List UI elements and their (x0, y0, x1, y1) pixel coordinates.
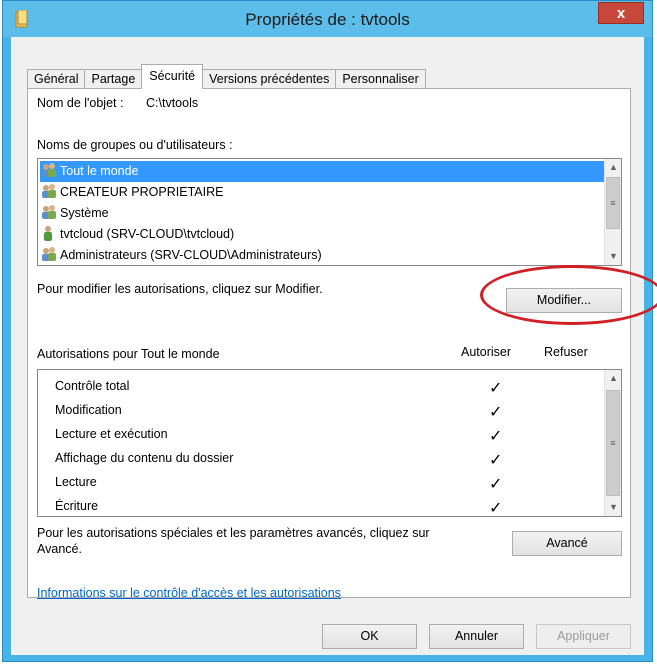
permission-label: Écriture (55, 499, 99, 513)
list-item[interactable]: Administrateurs (SRV-CLOUD\Administrateu… (40, 245, 322, 265)
apply-button[interactable]: Appliquer (536, 624, 631, 649)
users-group-icon (40, 246, 58, 262)
scroll-thumb[interactable]: ≡ (606, 177, 620, 229)
cancel-button[interactable]: Annuler (429, 624, 524, 649)
allow-header: Autoriser (461, 345, 512, 359)
advanced-hint-line1: Pour les autorisations spéciales et les … (37, 526, 430, 540)
allow-check-icon: ✓ (489, 500, 503, 517)
list-item-label: Tout le monde (60, 164, 139, 178)
close-button[interactable]: x (598, 2, 644, 24)
allow-check-icon: ✓ (489, 428, 503, 445)
list-item[interactable]: Système (40, 203, 109, 224)
permission-label: Lecture et exécution (55, 427, 168, 441)
access-control-help-link[interactable]: Informations sur le contrôle d'accès et … (37, 586, 341, 600)
scroll-down-icon[interactable]: ▼ (605, 499, 621, 516)
list-item-label: Système (60, 206, 109, 220)
permission-label: Modification (55, 403, 122, 417)
list-item-label: CREATEUR PROPRIETAIRE (60, 185, 224, 199)
deny-header: Refuser (544, 345, 588, 359)
tab-sharing[interactable]: Partage (84, 69, 143, 89)
allow-check-icon: ✓ (489, 476, 503, 493)
permission-label: Lecture (55, 475, 97, 489)
permission-row: Écriture (55, 496, 99, 516)
list-item-label: Administrateurs (SRV-CLOUD\Administrateu… (60, 248, 322, 262)
window-title: Propriétés de : tvtools (245, 10, 410, 29)
advanced-button[interactable]: Avancé (512, 531, 622, 556)
permission-row: Contrôle total (55, 376, 129, 397)
object-name-label: Nom de l'objet : (37, 96, 124, 110)
user-icon (40, 225, 58, 241)
dialog-client-area: Général Partage Sécurité Versions précéd… (11, 37, 644, 655)
scroll-down-icon[interactable]: ▼ (605, 248, 621, 265)
allow-check-icon: ✓ (489, 404, 503, 421)
users-group-icon (40, 162, 58, 178)
permission-row: Affichage du contenu du dossier (55, 448, 233, 469)
list-item[interactable]: tvtcloud (SRV-CLOUD\tvtcloud) (40, 224, 234, 245)
permissions-scrollbar[interactable]: ▲ ≡ ▼ (604, 370, 621, 516)
groups-scrollbar[interactable]: ▲ ≡ ▼ (604, 159, 621, 265)
users-group-icon (40, 204, 58, 220)
tab-previous-versions[interactable]: Versions précédentes (202, 69, 337, 89)
permissions-listbox[interactable]: Contrôle total Modification Lecture et e… (37, 369, 622, 517)
allow-check-icon: ✓ (489, 380, 503, 397)
modify-button[interactable]: Modifier... (506, 288, 622, 313)
scroll-thumb[interactable]: ≡ (606, 390, 620, 496)
object-name-value: C:\tvtools (146, 96, 199, 110)
list-item-label: tvtcloud (SRV-CLOUD\tvtcloud) (60, 227, 235, 241)
advanced-hint-line2: Avancé. (37, 542, 82, 556)
modify-hint: Pour modifier les autorisations, cliquez… (37, 282, 323, 296)
security-tab-panel: Nom de l'objet : C:\tvtools Noms de grou… (27, 88, 631, 600)
permission-row: Lecture (55, 472, 97, 493)
groups-listbox[interactable]: Tout le monde CREATEUR PROPRIETAIRE Syst… (37, 158, 622, 266)
ok-button[interactable]: OK (322, 624, 417, 649)
groups-label: Noms de groupes ou d'utilisateurs : (37, 138, 233, 152)
tab-customize[interactable]: Personnaliser (335, 69, 426, 89)
permission-row: Modification (55, 400, 122, 421)
list-item[interactable]: CREATEUR PROPRIETAIRE (40, 182, 223, 203)
title-bar[interactable]: Propriétés de : tvtools x (3, 1, 652, 37)
permission-label: Contrôle total (55, 379, 130, 393)
permissions-label: Autorisations pour Tout le monde (37, 347, 220, 361)
tab-general[interactable]: Général (27, 69, 86, 89)
tab-strip: Général Partage Sécurité Versions précéd… (27, 64, 426, 89)
scroll-up-icon[interactable]: ▲ (605, 159, 621, 176)
list-item[interactable]: Tout le monde (40, 161, 604, 182)
permission-row: Lecture et exécution (55, 424, 168, 445)
scroll-up-icon[interactable]: ▲ (605, 370, 621, 387)
tab-security[interactable]: Sécurité (141, 64, 204, 89)
users-group-icon (40, 183, 58, 199)
properties-window: Propriétés de : tvtools x Général Partag… (2, 0, 657, 662)
permission-label: Affichage du contenu du dossier (55, 451, 234, 465)
allow-check-icon: ✓ (489, 452, 503, 469)
